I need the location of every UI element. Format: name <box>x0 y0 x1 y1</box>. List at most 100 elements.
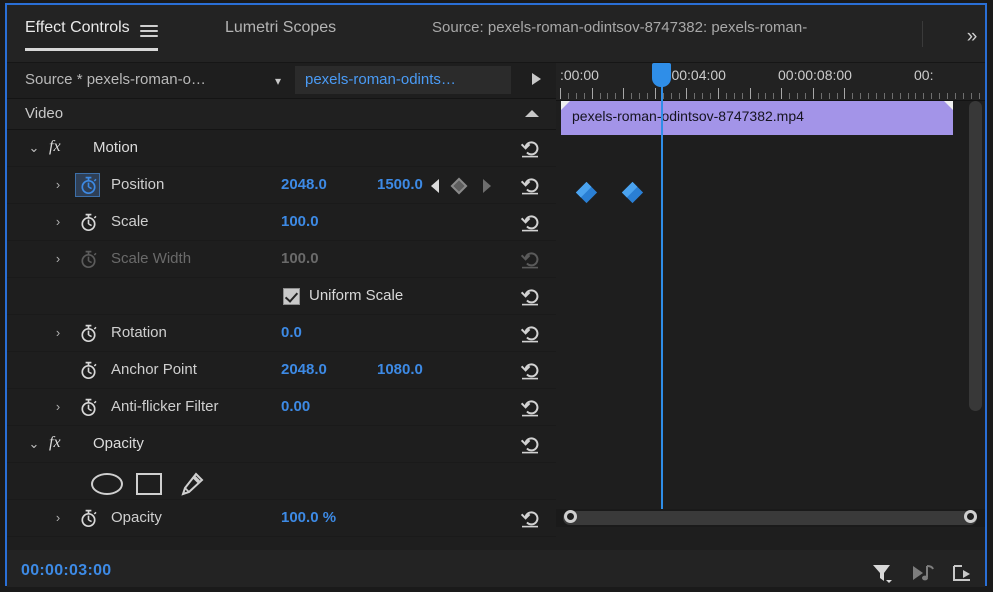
chevron-right-icon[interactable]: › <box>51 251 65 267</box>
vertical-scrollbar[interactable] <box>969 101 982 501</box>
tab-bar-divider <box>922 21 923 47</box>
clip-handle-right-icon <box>944 101 953 110</box>
timeline-ruler-ticks <box>556 88 985 99</box>
clip-handle-left-icon <box>561 101 570 110</box>
effect-row-opacity[interactable]: ⌄ fx Opacity <box>7 426 556 463</box>
vertical-scrollbar-thumb[interactable] <box>969 101 982 411</box>
reset-button[interactable] <box>519 249 545 271</box>
stopwatch-icon[interactable] <box>77 359 99 381</box>
chevron-right-icon[interactable]: › <box>51 399 65 415</box>
property-name-label: Scale Width <box>111 250 192 267</box>
chevron-down-icon[interactable]: ⌄ <box>27 141 41 155</box>
current-timecode[interactable]: 00:00:03:00 <box>21 562 111 580</box>
pen-mask-icon[interactable] <box>177 471 205 499</box>
property-rows-container: ⌄ fx Motion › Position 2048.0 1500.0 › Scale 100.… <box>7 130 556 550</box>
keyframe-marker[interactable] <box>575 181 598 204</box>
ellipse-mask-icon[interactable] <box>91 473 123 495</box>
sequence-name-label: Source * pexels-roman-o… <box>25 71 206 88</box>
property-value-2[interactable]: 1080.0 <box>377 361 423 378</box>
rectangle-mask-icon[interactable] <box>136 473 162 495</box>
property-name-label: Anti-flicker Filter <box>111 398 219 415</box>
tab-overflow-icon[interactable]: » <box>957 25 985 49</box>
uniform-scale-label: Uniform Scale <box>309 287 404 304</box>
reset-button[interactable] <box>519 286 545 308</box>
keyframe-lane-position[interactable] <box>556 174 985 211</box>
video-section-header[interactable]: Video <box>7 99 556 130</box>
property-name-label: Anchor Point <box>111 361 197 378</box>
effect-name-label: Motion <box>93 139 139 156</box>
selected-clip-field[interactable]: pexels-roman-odints… <box>295 66 511 94</box>
keyframe-marker[interactable] <box>621 181 644 204</box>
property-row-rotation[interactable]: › Rotation 0.0 <box>7 315 556 352</box>
keyframe-navigator <box>431 177 505 195</box>
mask-tools-row[interactable] <box>7 463 556 500</box>
chevron-down-icon[interactable]: ▾ <box>269 73 287 89</box>
ruler-label-3: 00: <box>914 67 934 83</box>
property-value-1[interactable]: 2048.0 <box>281 361 327 378</box>
effect-controls-properties-pane: Source * pexels-roman-o… ▾ pexels-roman-… <box>7 63 556 550</box>
tab-lumetri-scopes[interactable]: Lumetri Scopes <box>225 19 336 53</box>
chevron-up-icon[interactable] <box>525 110 539 117</box>
property-name-label: Scale <box>111 213 149 230</box>
previous-keyframe-icon[interactable] <box>431 179 439 193</box>
ruler-label-2: 00:00:08:00 <box>778 67 852 83</box>
premiere-effect-controls-window: Effect Controls Lumetri Scopes Source: p… <box>0 0 993 592</box>
timeline-zoom-handle-left[interactable] <box>564 510 577 523</box>
panel-menu-icon[interactable] <box>139 22 158 40</box>
property-row-opacity[interactable]: › Opacity 100.0 % <box>7 500 556 537</box>
property-row-anti-flicker-filter[interactable]: › Anti-flicker Filter 0.00 <box>7 389 556 426</box>
filter-icon[interactable] <box>871 562 893 584</box>
export-icon[interactable] <box>951 562 973 584</box>
property-value-1[interactable]: 100.0 <box>281 213 319 230</box>
add-keyframe-icon[interactable] <box>450 177 468 195</box>
reset-button[interactable] <box>519 397 545 419</box>
reset-button[interactable] <box>519 508 545 530</box>
stopwatch-icon[interactable] <box>75 173 100 197</box>
timeline-zoom-bar[interactable] <box>556 509 985 527</box>
checkbox-row-uniform-scale[interactable]: Uniform Scale <box>7 278 556 315</box>
reset-button[interactable] <box>519 434 545 456</box>
property-row-scale[interactable]: › Scale 100.0 <box>7 204 556 241</box>
chevron-right-icon[interactable]: › <box>51 510 65 526</box>
stopwatch-icon[interactable] <box>77 248 99 270</box>
chevron-right-icon[interactable]: › <box>51 325 65 341</box>
timeline-clip-bar[interactable]: pexels-roman-odintsov-8747382.mp4 <box>561 101 953 135</box>
chevron-right-icon[interactable]: › <box>51 214 65 230</box>
next-keyframe-icon[interactable] <box>483 179 491 193</box>
stopwatch-icon[interactable] <box>77 322 99 344</box>
reset-button[interactable] <box>519 360 545 382</box>
property-value-1[interactable]: 0.00 <box>281 398 310 415</box>
property-value-2[interactable]: 1500.0 <box>377 176 423 193</box>
effect-controls-timeline-pane: :00:00 00:00:04:00 00:00:08:00 00: pexels-r… <box>556 63 985 550</box>
property-name-label: Opacity <box>111 509 162 526</box>
stopwatch-icon[interactable] <box>77 211 99 233</box>
chevron-down-icon[interactable]: ⌄ <box>27 437 41 451</box>
property-value-1[interactable]: 100.0 <box>281 250 319 267</box>
tab-source-monitor[interactable]: Source: pexels-roman-odintsov-8747382: p… <box>432 19 807 53</box>
reset-button[interactable] <box>519 138 545 160</box>
play-icon[interactable] <box>532 73 541 85</box>
reset-button[interactable] <box>519 175 545 197</box>
property-row-anchor-point[interactable]: Anchor Point 2048.0 1080.0 <box>7 352 556 389</box>
ruler-label-0: :00:00 <box>560 67 599 83</box>
uniform-scale-checkbox[interactable] <box>283 288 300 305</box>
timeline-ruler[interactable]: :00:00 00:00:04:00 00:00:08:00 00: <box>556 63 985 101</box>
stopwatch-icon[interactable] <box>77 396 99 418</box>
tab-effect-controls[interactable]: Effect Controls <box>25 19 158 53</box>
fx-icon: fx <box>49 434 61 451</box>
property-row-scale-width[interactable]: › Scale Width 100.0 <box>7 241 556 278</box>
timeline-zoom-track[interactable] <box>563 511 977 525</box>
play-audio-icon[interactable] <box>911 563 937 583</box>
timeline-zoom-handle-right[interactable] <box>964 510 977 523</box>
chevron-right-icon[interactable]: › <box>51 177 65 193</box>
reset-button[interactable] <box>519 323 545 345</box>
stopwatch-icon[interactable] <box>77 507 99 529</box>
property-row-position[interactable]: › Position 2048.0 1500.0 <box>7 167 556 204</box>
effect-row-motion[interactable]: ⌄ fx Motion <box>7 130 556 167</box>
property-value-1[interactable]: 100.0 % <box>281 509 336 526</box>
reset-button[interactable] <box>519 212 545 234</box>
property-value-1[interactable]: 0.0 <box>281 324 302 341</box>
playhead-line <box>661 63 663 511</box>
property-value-1[interactable]: 2048.0 <box>281 176 327 193</box>
property-name-label: Rotation <box>111 324 167 341</box>
